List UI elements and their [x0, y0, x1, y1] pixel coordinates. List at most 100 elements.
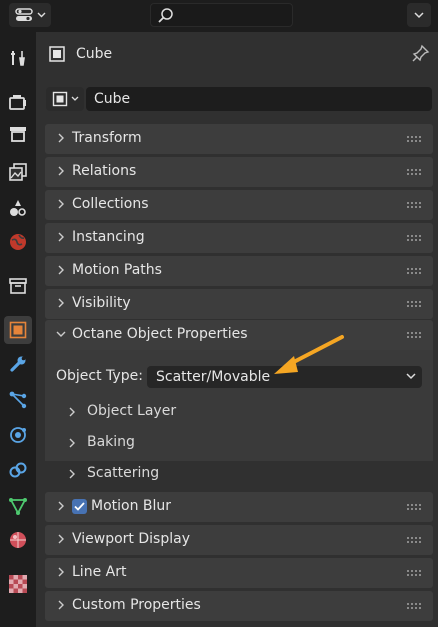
section-collections[interactable]: Collections — [45, 190, 433, 220]
section-label: Relations — [72, 163, 137, 179]
object-name-row: Cube — [46, 87, 432, 111]
drag-handle-icon[interactable] — [407, 169, 423, 175]
section-label: Custom Properties — [72, 597, 201, 613]
chevron-right-icon — [58, 199, 64, 209]
chevron-down-icon — [71, 96, 78, 101]
section-motion-blur[interactable]: Motion Blur — [45, 492, 433, 522]
chevron-down-icon — [406, 373, 416, 380]
properties-tab-bar — [0, 32, 36, 627]
chevron-right-icon — [69, 407, 75, 417]
texture-icon — [9, 575, 27, 593]
subpanel-label: Baking — [87, 434, 135, 450]
section-label: Instancing — [72, 229, 145, 245]
tab-modifier[interactable] — [4, 350, 32, 378]
tab-object-data[interactable] — [4, 492, 32, 520]
chevron-right-icon — [58, 567, 64, 577]
drag-handle-icon[interactable] — [407, 136, 423, 142]
section-line-art[interactable]: Line Art — [45, 558, 433, 588]
chevron-right-icon — [58, 232, 64, 242]
chevron-right-icon — [69, 469, 75, 479]
chevron-right-icon — [69, 438, 75, 448]
tab-particles[interactable] — [4, 386, 32, 414]
object-name-field[interactable]: Cube — [86, 87, 432, 111]
render-icon — [9, 95, 26, 110]
tab-collection[interactable] — [4, 272, 32, 300]
subpanel-label: Scattering — [87, 465, 160, 481]
chevron-down-icon — [37, 12, 45, 18]
object-type-label: Object Type: — [56, 368, 143, 384]
constraints-icon — [9, 462, 27, 478]
section-viewport-display[interactable]: Viewport Display — [45, 525, 433, 555]
section-label: Line Art — [72, 564, 127, 580]
tab-physics[interactable] — [4, 421, 32, 449]
section-motion-paths[interactable]: Motion Paths — [45, 256, 433, 286]
drag-handle-icon[interactable] — [407, 603, 423, 609]
view-layer-icon — [9, 163, 27, 181]
chevron-down-icon — [414, 11, 424, 18]
section-transform[interactable]: Transform — [45, 124, 433, 154]
motion-blur-checkbox[interactable] — [72, 499, 87, 514]
tab-scene[interactable] — [4, 194, 32, 222]
drag-handle-icon[interactable] — [407, 202, 423, 208]
tab-view-layer[interactable] — [4, 158, 32, 186]
editor-type-dropdown[interactable] — [9, 3, 51, 27]
tab-texture[interactable] — [4, 570, 32, 598]
options-dropdown-button[interactable] — [407, 3, 431, 27]
drag-handle-icon[interactable] — [407, 570, 423, 576]
object-type-value: Scatter/Movable — [156, 369, 271, 385]
collection-icon — [9, 278, 27, 294]
editor-type-icon — [14, 8, 33, 21]
world-icon — [10, 234, 26, 250]
chevron-right-icon — [58, 534, 64, 544]
drag-handle-icon[interactable] — [407, 537, 423, 543]
tab-tool[interactable] — [4, 44, 32, 72]
chevron-right-icon — [58, 133, 64, 143]
tab-constraints[interactable] — [4, 456, 32, 484]
drag-handle-icon[interactable] — [407, 332, 423, 338]
annotation-arrow — [274, 335, 344, 374]
section-custom-properties[interactable]: Custom Properties — [45, 591, 433, 621]
tab-world[interactable] — [4, 228, 32, 256]
modifier-icon — [10, 356, 26, 372]
subpanel-label: Object Layer — [87, 403, 177, 419]
chevron-right-icon — [58, 501, 64, 511]
section-label: Transform — [72, 130, 142, 146]
section-label: Collections — [72, 196, 149, 212]
section-octane-object-properties[interactable]: Octane Object Properties — [45, 320, 433, 350]
pin-icon[interactable] — [412, 44, 430, 62]
section-label: Viewport Display — [72, 531, 190, 547]
section-visibility[interactable]: Visibility — [45, 289, 433, 319]
tab-render[interactable] — [4, 88, 32, 116]
section-relations[interactable]: Relations — [45, 157, 433, 187]
scene-icon — [10, 200, 26, 216]
section-label: Visibility — [72, 295, 131, 311]
chevron-right-icon — [58, 600, 64, 610]
tab-output[interactable] — [4, 120, 32, 148]
tab-object[interactable] — [4, 316, 32, 344]
section-label: Octane Object Properties — [72, 326, 248, 342]
object-icon — [49, 46, 65, 62]
section-instancing[interactable]: Instancing — [45, 223, 433, 253]
octane-section-body: Object Type: Scatter/Movable Object Laye… — [45, 350, 433, 481]
material-icon — [10, 532, 26, 548]
drag-handle-icon[interactable] — [407, 301, 423, 307]
object-data-icon — [9, 498, 27, 515]
drag-handle-icon[interactable] — [407, 235, 423, 241]
object-type-browse-button[interactable] — [46, 87, 84, 111]
top-bar — [0, 0, 438, 30]
context-object-name: Cube — [76, 46, 113, 62]
search-icon — [158, 8, 173, 23]
particles-icon — [9, 391, 27, 409]
tab-material[interactable] — [4, 526, 32, 554]
chevron-right-icon — [58, 265, 64, 275]
search-input[interactable] — [150, 3, 293, 27]
drag-handle-icon[interactable] — [407, 268, 423, 274]
checkmark-icon — [74, 502, 85, 511]
chevron-right-icon — [58, 166, 64, 176]
chevron-right-icon — [58, 298, 64, 308]
object-icon — [9, 321, 27, 339]
section-label: Motion Paths — [72, 262, 162, 278]
section-label: Motion Blur — [91, 498, 172, 514]
object-icon — [52, 91, 67, 107]
drag-handle-icon[interactable] — [407, 504, 423, 510]
